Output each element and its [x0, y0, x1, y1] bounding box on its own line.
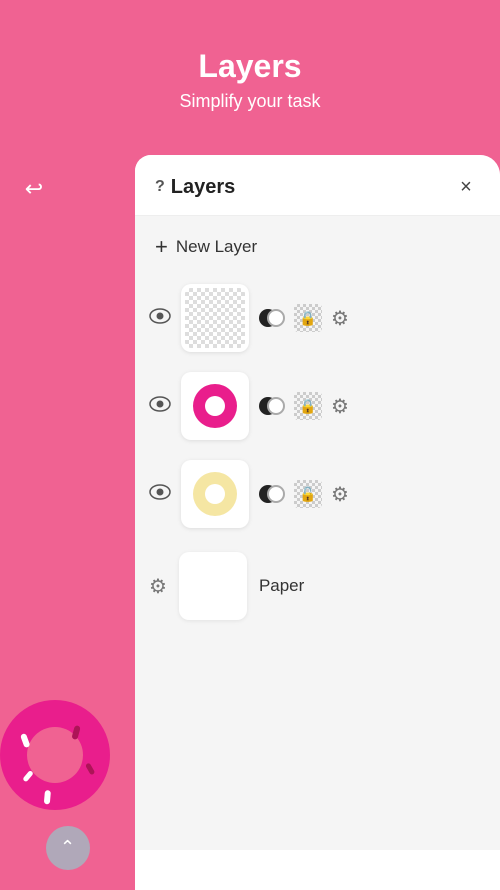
layer1-preview — [185, 288, 245, 348]
plus-icon: + — [155, 234, 168, 260]
panel-title-group: ? Layers — [155, 176, 235, 199]
layer-settings-2[interactable]: ⚙ — [331, 394, 349, 419]
layer-thumbnail-1[interactable] — [181, 284, 249, 352]
checker-bg-3: 🔓 — [294, 480, 322, 508]
blend-mode-icon-3[interactable] — [259, 481, 285, 507]
app-title: Layers — [20, 48, 480, 85]
layer-row: 🔒 ⚙ — [145, 364, 490, 448]
blend-mode-icon-2[interactable] — [259, 393, 285, 419]
new-layer-label: New Layer — [176, 237, 257, 257]
layers-panel: ? Layers × + New Layer — [135, 155, 500, 890]
panel-content: + New Layer — [135, 216, 500, 850]
back-button[interactable]: ↩ — [18, 173, 50, 205]
layer-settings-1[interactable]: ⚙ — [331, 306, 349, 331]
lock-icon-2: 🔒 — [299, 398, 316, 415]
visibility-toggle-2[interactable] — [149, 396, 171, 417]
alpha-lock-3[interactable]: 🔓 — [293, 479, 323, 509]
back-arrow-icon: ↩ — [25, 176, 43, 202]
layer2-preview — [185, 376, 245, 436]
alpha-lock-1[interactable]: 🔒 — [293, 303, 323, 333]
help-icon[interactable]: ? — [155, 178, 165, 196]
layer-thumbnail-2[interactable] — [181, 372, 249, 440]
layer-controls-3: 🔓 ⚙ — [259, 479, 486, 509]
layer3-preview — [185, 464, 245, 524]
panel-header: ? Layers × — [135, 155, 500, 216]
blend-mode-icon-1[interactable] — [259, 305, 285, 331]
paper-thumbnail[interactable] — [179, 552, 247, 620]
layer-row: 🔓 ⚙ — [145, 452, 490, 536]
canvas-area: ↩ ⌃ — [0, 155, 135, 890]
lock-icon-1: 🔒 — [299, 310, 316, 327]
layer-thumbnail-3[interactable] — [181, 460, 249, 528]
checker-bg-2: 🔒 — [294, 392, 322, 420]
layer-controls-2: 🔒 ⚙ — [259, 391, 486, 421]
app-subtitle: Simplify your task — [20, 91, 480, 112]
checker-bg-1: 🔒 — [294, 304, 322, 332]
canvas-chevron-button[interactable]: ⌃ — [46, 826, 90, 870]
paper-settings-icon[interactable]: ⚙ — [149, 574, 167, 599]
new-layer-button[interactable]: + New Layer — [145, 216, 490, 276]
alpha-lock-2[interactable]: 🔒 — [293, 391, 323, 421]
paper-label: Paper — [259, 576, 304, 596]
canvas-donut-illustration — [0, 680, 120, 810]
panel-bottom — [135, 850, 500, 890]
lock-icon-3: 🔓 — [299, 486, 316, 503]
layer-controls-1: 🔒 ⚙ — [259, 303, 486, 333]
layer-row: 🔒 ⚙ — [145, 276, 490, 360]
panel-title: Layers — [171, 176, 236, 199]
app-header: Layers Simplify your task — [0, 0, 500, 132]
close-button[interactable]: × — [452, 173, 480, 201]
layer-settings-3[interactable]: ⚙ — [331, 482, 349, 507]
visibility-toggle-3[interactable] — [149, 484, 171, 505]
app-container: ↩ ⌃ ? Layers — [0, 155, 500, 890]
paper-row: ⚙ Paper — [145, 540, 490, 632]
visibility-toggle-1[interactable] — [149, 308, 171, 329]
chevron-up-icon: ⌃ — [60, 838, 75, 856]
